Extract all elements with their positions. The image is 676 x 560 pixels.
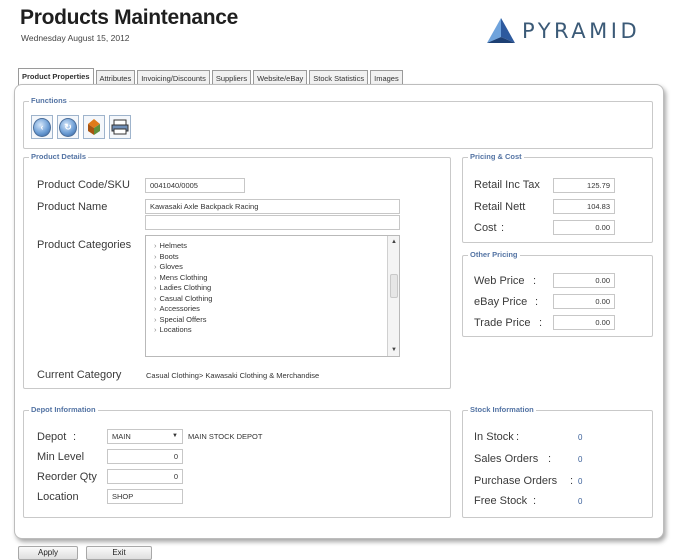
- categories-list[interactable]: Helmets Boots Gloves Mens Clothing Ladie…: [145, 235, 400, 357]
- depot-group: [23, 410, 451, 518]
- apply-button[interactable]: Apply: [18, 546, 78, 560]
- scroll-down-icon[interactable]: ▼: [388, 344, 400, 356]
- retail-nett-field[interactable]: 104.83: [553, 199, 615, 214]
- list-item[interactable]: Ladies Clothing: [146, 283, 399, 294]
- page-date: Wednesday August 15, 2012: [21, 33, 130, 43]
- location-label: Location: [37, 491, 79, 503]
- current-category-label: Current Category: [37, 369, 122, 381]
- pricing-legend: Pricing & Cost: [468, 152, 524, 161]
- list-item[interactable]: Accessories: [146, 304, 399, 315]
- categories-scrollbar[interactable]: ▲ ▼: [387, 236, 399, 356]
- location-field[interactable]: SHOP: [107, 489, 183, 504]
- back-icon: ‹: [33, 117, 51, 137]
- tab-invoicing-discounts[interactable]: Invoicing/Discounts: [137, 70, 210, 85]
- cost-colon: :: [501, 222, 505, 234]
- product-icon: [88, 119, 100, 135]
- list-item[interactable]: Special Offers: [146, 315, 399, 326]
- chevron-down-icon[interactable]: ▼: [172, 430, 178, 443]
- free-stock-colon: :: [533, 495, 537, 507]
- trade-price-field[interactable]: 0.00: [553, 315, 615, 330]
- sales-orders-colon: :: [548, 453, 552, 465]
- list-item[interactable]: Helmets: [146, 241, 399, 252]
- product-name-field[interactable]: Kawasaki Axle Backpack Racing: [145, 199, 400, 214]
- pyramid-logo: PYRAMID: [486, 14, 640, 48]
- reorder-qty-label: Reorder Qty: [37, 471, 97, 483]
- purchase-orders-colon: :: [570, 475, 574, 487]
- retail-nett-label: Retail Nett: [474, 201, 526, 213]
- scroll-up-icon[interactable]: ▲: [388, 236, 400, 248]
- stock-legend: Stock Information: [468, 405, 536, 414]
- sales-orders-label: Sales Orders: [474, 453, 539, 465]
- functions-toolbar: ‹ ↻: [31, 115, 131, 139]
- trade-price-label: Trade Price: [474, 317, 531, 329]
- list-item[interactable]: Mens Clothing: [146, 273, 399, 284]
- ebay-price-field[interactable]: 0.00: [553, 294, 615, 309]
- cost-field[interactable]: 0.00: [553, 220, 615, 235]
- in-stock-value: 0: [578, 433, 583, 442]
- main-panel: Functions ‹ ↻ Product Details Product Co…: [14, 84, 664, 539]
- in-stock-colon: :: [516, 431, 520, 443]
- web-price-colon: :: [533, 275, 537, 287]
- web-price-label: Web Price: [474, 275, 525, 287]
- print-button[interactable]: [109, 115, 131, 139]
- other-pricing-legend: Other Pricing: [468, 250, 520, 259]
- depot-label: Depot: [37, 431, 67, 443]
- back-button[interactable]: ‹: [31, 115, 53, 139]
- depot-select-value: MAIN: [112, 432, 131, 441]
- min-level-label: Min Level: [37, 451, 85, 463]
- categories-items: Helmets Boots Gloves Mens Clothing Ladie…: [146, 236, 399, 336]
- print-icon: [111, 119, 129, 135]
- web-price-field[interactable]: 0.00: [553, 273, 615, 288]
- depot-legend: Depot Information: [29, 405, 98, 414]
- list-item[interactable]: Boots: [146, 252, 399, 263]
- depot-colon: :: [73, 431, 77, 443]
- scroll-thumb[interactable]: [390, 274, 398, 298]
- free-stock-value: 0: [578, 497, 583, 506]
- reorder-qty-field[interactable]: 0: [107, 469, 183, 484]
- list-item[interactable]: Casual Clothing: [146, 294, 399, 305]
- depot-select[interactable]: MAIN ▼: [107, 429, 183, 444]
- logo-text: PYRAMID: [522, 19, 641, 43]
- tab-suppliers[interactable]: Suppliers: [211, 70, 252, 85]
- list-item[interactable]: Gloves: [146, 262, 399, 273]
- depot-name: MAIN STOCK DEPOT: [188, 432, 263, 441]
- exit-button[interactable]: Exit: [86, 546, 152, 560]
- retail-inc-label: Retail Inc Tax: [474, 179, 540, 191]
- tab-website-ebay[interactable]: Website/eBay: [253, 70, 308, 85]
- min-level-field[interactable]: 0: [107, 449, 183, 464]
- free-stock-label: Free Stock: [474, 495, 528, 507]
- refresh-button[interactable]: ↻: [57, 115, 79, 139]
- product-details-legend: Product Details: [29, 152, 89, 161]
- in-stock-label: In Stock: [474, 431, 514, 443]
- sales-orders-value: 0: [578, 455, 583, 464]
- current-category-value: Casual Clothing> Kawasaki Clothing & Mer…: [146, 371, 320, 380]
- pyramid-logo-icon: [487, 18, 515, 43]
- product-button[interactable]: [83, 115, 105, 139]
- product-name-label: Product Name: [37, 201, 108, 213]
- product-name-extra-field[interactable]: [145, 215, 400, 230]
- tab-images[interactable]: Images: [370, 70, 403, 85]
- purchase-orders-value: 0: [578, 477, 583, 486]
- product-code-label: Product Code/SKU: [37, 179, 130, 191]
- refresh-icon: ↻: [59, 117, 77, 137]
- tab-bar: Product Properties Attributes Invoicing/…: [18, 68, 405, 85]
- list-item[interactable]: Locations: [146, 325, 399, 336]
- tab-stock-statistics[interactable]: Stock Statistics: [309, 70, 369, 85]
- tab-attributes[interactable]: Attributes: [95, 70, 136, 85]
- product-categories-label: Product Categories: [37, 239, 132, 251]
- retail-inc-field[interactable]: 125.79: [553, 178, 615, 193]
- tab-product-properties[interactable]: Product Properties: [18, 68, 94, 85]
- cost-label: Cost: [474, 222, 497, 234]
- trade-price-colon: :: [539, 317, 543, 329]
- ebay-price-colon: :: [535, 296, 539, 308]
- page-title: Products Maintenance: [20, 6, 239, 29]
- purchase-orders-label: Purchase Orders: [474, 475, 558, 487]
- product-code-field[interactable]: 0041040/0005: [145, 178, 245, 193]
- functions-legend: Functions: [29, 96, 69, 105]
- ebay-price-label: eBay Price: [474, 296, 528, 308]
